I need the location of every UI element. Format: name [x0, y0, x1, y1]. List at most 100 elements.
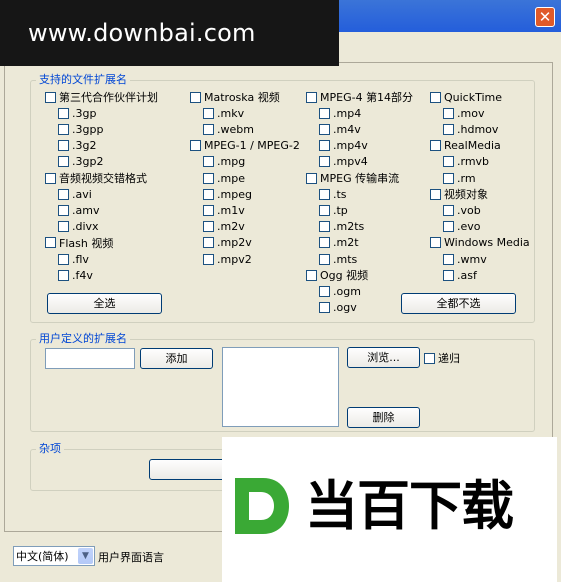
add-button[interactable]: 添加	[140, 348, 213, 369]
extension-label: .3g2	[72, 139, 97, 153]
checkbox-icon	[58, 188, 69, 200]
extension-label: .ogv	[333, 301, 357, 315]
extension-checkbox[interactable]: .divx	[58, 220, 99, 234]
custom-extensions-legend: 用户定义的扩展名	[36, 332, 130, 345]
custom-extension-list[interactable]	[222, 347, 339, 427]
format-checkbox[interactable]: MPEG 传输串流	[306, 171, 399, 185]
checkbox-icon	[443, 123, 454, 135]
extension-checkbox[interactable]: .rm	[443, 171, 476, 185]
extension-checkbox[interactable]: .m2ts	[319, 220, 364, 234]
extension-label: .f4v	[72, 268, 93, 282]
dropdown-arrow-icon[interactable]: ▼	[78, 548, 93, 564]
format-checkbox[interactable]: 音频视频交错格式	[45, 171, 147, 185]
format-label: 第三代合作伙伴计划	[59, 91, 158, 104]
extension-checkbox[interactable]: .amv	[58, 203, 99, 217]
checkbox-icon	[430, 188, 441, 200]
checkbox-icon	[443, 221, 454, 233]
select-none-button[interactable]: 全都不选	[401, 293, 516, 314]
checkbox-icon	[306, 269, 317, 281]
checkbox-icon	[203, 107, 214, 119]
close-button[interactable]: ✕	[535, 7, 555, 27]
extension-checkbox[interactable]: .m1v	[203, 203, 245, 217]
extension-label: .mp2v	[217, 236, 252, 250]
checkbox-icon	[443, 269, 454, 281]
extension-checkbox[interactable]: .m2t	[319, 236, 359, 250]
extension-checkbox[interactable]: .rmvb	[443, 155, 489, 169]
select-all-button[interactable]: 全选	[47, 293, 162, 314]
extension-checkbox[interactable]: .3gp2	[58, 155, 103, 169]
extension-checkbox[interactable]: .asf	[443, 268, 477, 282]
format-checkbox[interactable]: 视频对象	[430, 187, 488, 201]
format-label: Flash 视频	[59, 236, 114, 250]
extension-checkbox[interactable]: .ts	[319, 187, 347, 201]
extension-checkbox[interactable]: .mkv	[203, 106, 244, 120]
misc-legend: 杂项	[36, 442, 64, 455]
extension-checkbox[interactable]: .mpe	[203, 171, 245, 185]
format-checkbox[interactable]: RealMedia	[430, 139, 501, 153]
format-checkbox[interactable]: MPEG-1 / MPEG-2	[190, 139, 300, 153]
extension-checkbox[interactable]: .ogm	[319, 284, 361, 298]
checkbox-icon	[58, 221, 69, 233]
format-checkbox[interactable]: MPEG-4 第14部分	[306, 90, 413, 104]
checkbox-icon	[319, 285, 330, 297]
extension-label: .m2t	[333, 236, 359, 250]
format-checkbox[interactable]: QuickTime	[430, 90, 502, 104]
extension-checkbox[interactable]: .mp4	[319, 106, 361, 120]
extension-checkbox[interactable]: .flv	[58, 252, 89, 266]
delete-button[interactable]: 删除	[347, 407, 420, 428]
format-checkbox[interactable]: Ogg 视频	[306, 268, 368, 282]
extension-label: .m4v	[333, 122, 361, 136]
extension-label: .hdmov	[457, 122, 499, 136]
format-checkbox[interactable]: Windows Media	[430, 236, 530, 250]
extension-checkbox[interactable]: .evo	[443, 220, 481, 234]
extension-label: .avi	[72, 187, 92, 201]
format-checkbox[interactable]: Matroska 视频	[190, 90, 280, 104]
checkbox-icon	[45, 237, 56, 249]
checkbox-icon	[430, 140, 441, 152]
checkbox-icon	[443, 156, 454, 168]
language-label: 用户界面语言	[98, 551, 164, 564]
extension-checkbox[interactable]: .mov	[443, 106, 484, 120]
extension-checkbox[interactable]: .ogv	[319, 301, 357, 315]
format-checkbox[interactable]: 第三代合作伙伴计划	[45, 90, 158, 104]
extension-checkbox[interactable]: .mts	[319, 252, 357, 266]
format-label: Windows Media	[444, 236, 530, 250]
extension-checkbox[interactable]: .avi	[58, 187, 92, 201]
extension-checkbox[interactable]: .hdmov	[443, 122, 498, 136]
extension-checkbox[interactable]: .3gpp	[58, 122, 103, 136]
watermark-text: 当百下载	[305, 476, 514, 537]
extension-checkbox[interactable]: .mpeg	[203, 187, 252, 201]
checkbox-icon	[58, 269, 69, 281]
extension-checkbox[interactable]: .f4v	[58, 268, 93, 282]
extension-checkbox[interactable]: .mpg	[203, 155, 245, 169]
checkbox-icon	[45, 91, 56, 103]
extension-checkbox[interactable]: .mpv4	[319, 155, 368, 169]
extension-label: .asf	[457, 268, 477, 282]
watermark-top: www.downbai.com	[0, 0, 339, 66]
format-label: MPEG-4 第14部分	[320, 91, 414, 104]
extension-checkbox[interactable]: .vob	[443, 203, 481, 217]
checkbox-icon	[424, 352, 435, 364]
extension-checkbox[interactable]: .m4v	[319, 122, 361, 136]
extension-checkbox[interactable]: .tp	[319, 203, 348, 217]
extension-label: .rmvb	[457, 155, 490, 169]
extension-checkbox[interactable]: .3gp	[58, 106, 96, 120]
browse-button[interactable]: 浏览...	[347, 347, 420, 368]
language-value: 中文(简体)	[16, 550, 69, 563]
checkbox-icon	[319, 237, 330, 249]
extension-checkbox[interactable]: .m2v	[203, 220, 245, 234]
extension-checkbox[interactable]: .3g2	[58, 139, 96, 153]
extension-checkbox[interactable]: .mpv2	[203, 252, 252, 266]
recursive-checkbox[interactable]: 递归	[424, 351, 460, 365]
extension-checkbox[interactable]: .wmv	[443, 252, 487, 266]
extension-checkbox[interactable]: .mp2v	[203, 236, 252, 250]
checkbox-icon	[319, 123, 330, 135]
extension-checkbox[interactable]: .webm	[203, 122, 254, 136]
extension-label: .m1v	[217, 203, 245, 217]
checkbox-icon	[203, 253, 214, 265]
extension-label: .ogm	[333, 284, 361, 298]
language-select[interactable]: 中文(简体) ▼	[13, 546, 95, 566]
format-checkbox[interactable]: Flash 视频	[45, 236, 113, 250]
extension-checkbox[interactable]: .mp4v	[319, 139, 368, 153]
custom-extension-input[interactable]	[45, 348, 135, 369]
